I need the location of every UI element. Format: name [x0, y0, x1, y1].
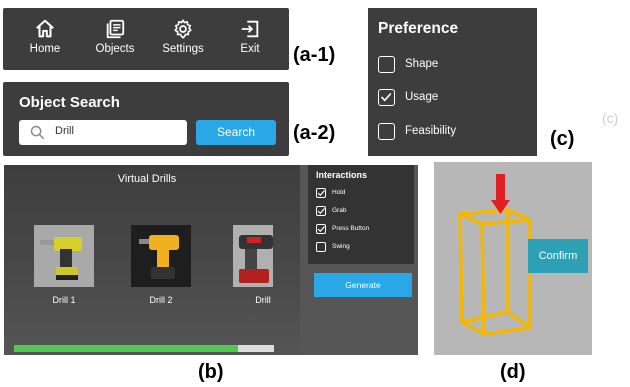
nav-home-label: Home — [29, 43, 61, 55]
shape-checkbox[interactable] — [378, 56, 395, 73]
checkmark-icon — [317, 226, 325, 233]
caption-d: (d) — [500, 361, 526, 383]
drills-title: Virtual Drills — [117, 173, 177, 185]
press-button-checkbox[interactable] — [316, 224, 326, 234]
nav-exit-label: Exit — [240, 43, 260, 55]
caption-c: (c) — [550, 128, 575, 150]
drill-1-image[interactable] — [34, 225, 94, 287]
checkmark-icon — [317, 208, 325, 215]
virtual-drills-panel: Virtual Drills Drill 1 Drill 2 Drill — [4, 165, 300, 355]
usage-checkbox[interactable] — [378, 89, 395, 106]
caption-c-ghost: (c) — [602, 110, 619, 126]
caption-a1: (a-1) — [293, 44, 336, 66]
hold-label: Hold — [332, 189, 346, 196]
drill-1-icon — [34, 225, 94, 287]
nav-objects-label: Objects — [95, 43, 135, 55]
arrow-icon — [491, 174, 510, 214]
nav-objects-button[interactable]: Objects — [84, 18, 146, 55]
drill-2-icon — [131, 225, 191, 287]
drill-3-icon — [233, 225, 273, 287]
nav-bar: Home Objects Settings Exit — [3, 8, 289, 70]
home-icon — [36, 19, 54, 38]
progress-bar — [14, 345, 238, 352]
feasibility-checkbox[interactable] — [378, 123, 395, 140]
drill-3-image[interactable] — [233, 225, 273, 287]
nav-home-button[interactable]: Home — [14, 18, 76, 55]
object-search-panel: Object Search Drill Search — [3, 82, 289, 156]
usage-label: Usage — [405, 91, 439, 103]
caption-b: (b) — [198, 361, 224, 383]
objects-icon — [106, 19, 125, 39]
preference-panel: Preference Shape Usage Feasibility — [368, 8, 537, 156]
exit-icon — [241, 20, 259, 38]
grab-label: Grab — [332, 207, 347, 214]
gear-icon — [174, 19, 192, 39]
search-input[interactable]: Drill — [19, 120, 187, 145]
drill-3-label: Drill — [255, 295, 271, 305]
swing-label: Swing — [332, 243, 350, 250]
preference-title: Preference — [378, 20, 459, 37]
search-title: Object Search — [19, 94, 120, 111]
interactions-title: Interactions — [316, 170, 368, 180]
caption-a2: (a-2) — [293, 122, 336, 144]
search-icon — [30, 125, 45, 140]
nav-exit-button[interactable]: Exit — [219, 18, 281, 55]
search-button[interactable]: Search — [196, 120, 276, 145]
drill-1-label: Drill 1 — [52, 295, 76, 305]
swing-checkbox[interactable] — [316, 242, 326, 252]
hold-checkbox[interactable] — [316, 188, 326, 198]
interactions-panel: Interactions Hold Grab Press Button Swin… — [308, 165, 414, 264]
search-input-value: Drill — [55, 125, 74, 137]
grab-checkbox[interactable] — [316, 206, 326, 216]
checkmark-icon — [317, 190, 325, 197]
generate-button[interactable]: Generate — [314, 273, 412, 297]
press-button-label: Press Button — [332, 225, 370, 232]
feasibility-label: Feasibility — [405, 125, 457, 137]
shape-label: Shape — [405, 58, 439, 70]
drill-2-image[interactable] — [131, 225, 191, 287]
nav-settings-button[interactable]: Settings — [152, 18, 214, 55]
checkmark-icon — [380, 92, 392, 102]
nav-settings-label: Settings — [162, 43, 204, 55]
confirm-button[interactable]: Confirm — [528, 239, 588, 273]
drill-2-label: Drill 2 — [149, 295, 173, 305]
